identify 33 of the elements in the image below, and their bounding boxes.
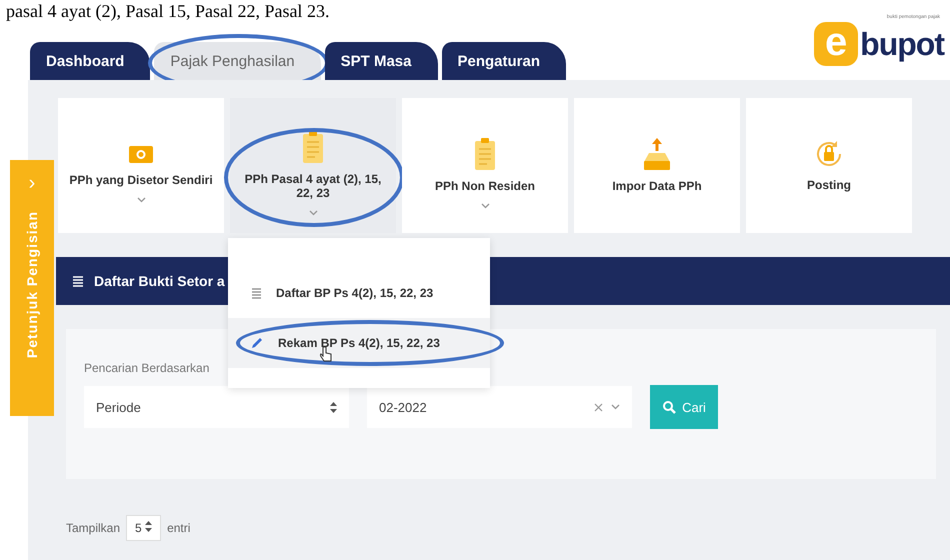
clear-icon	[594, 402, 603, 412]
search-label: Pencarian Berdasarkan	[84, 361, 210, 375]
menu-card[interactable]: PPh yang Disetor Sendiri	[58, 98, 224, 233]
clipboard-icon	[302, 130, 324, 164]
criteria-select[interactable]: Periode	[84, 386, 349, 428]
section-title: Daftar Bukti Setor a	[94, 273, 225, 289]
nav-tab[interactable]: Pengaturan	[442, 42, 566, 80]
clipboard-icon	[474, 137, 496, 171]
list-icon	[250, 287, 262, 299]
show-label: Tampilkan	[66, 521, 120, 535]
menu-card[interactable]: PPh Non Residen	[402, 98, 568, 233]
period-select[interactable]: 02-2022	[367, 386, 632, 428]
logo-mark: e	[814, 22, 858, 66]
sort-arrows-icon	[145, 521, 152, 532]
dropdown-item[interactable]: Daftar BP Ps 4(2), 15, 22, 23	[228, 268, 490, 318]
caret-icon	[611, 404, 620, 410]
upload-tray-icon	[642, 137, 672, 171]
wallet-icon	[128, 143, 154, 165]
menu-card[interactable]: Posting	[746, 98, 912, 233]
page-size-select[interactable]: 5	[126, 515, 162, 541]
menu-card[interactable]: PPh Pasal 4 ayat (2), 15, 22, 23	[230, 98, 396, 233]
search-icon	[662, 400, 676, 414]
nav-tab[interactable]: Dashboard	[30, 42, 150, 80]
logo-wordmark: bupot	[860, 25, 944, 64]
nav-tab[interactable]: Pajak Penghasilan	[154, 42, 321, 80]
entries-label: entri	[167, 521, 190, 535]
pointer-cursor-icon	[320, 346, 332, 362]
sort-arrows-icon	[330, 402, 337, 412]
document-text: pasal 4 ayat (2), Pasal 15, Pasal 22, Pasal 23.	[5, 0, 330, 22]
menu-card[interactable]: Impor Data PPh	[574, 98, 740, 233]
nav-tab[interactable]: SPT Masa	[324, 42, 438, 80]
list-icon	[72, 275, 84, 287]
pencil-icon	[250, 336, 264, 350]
